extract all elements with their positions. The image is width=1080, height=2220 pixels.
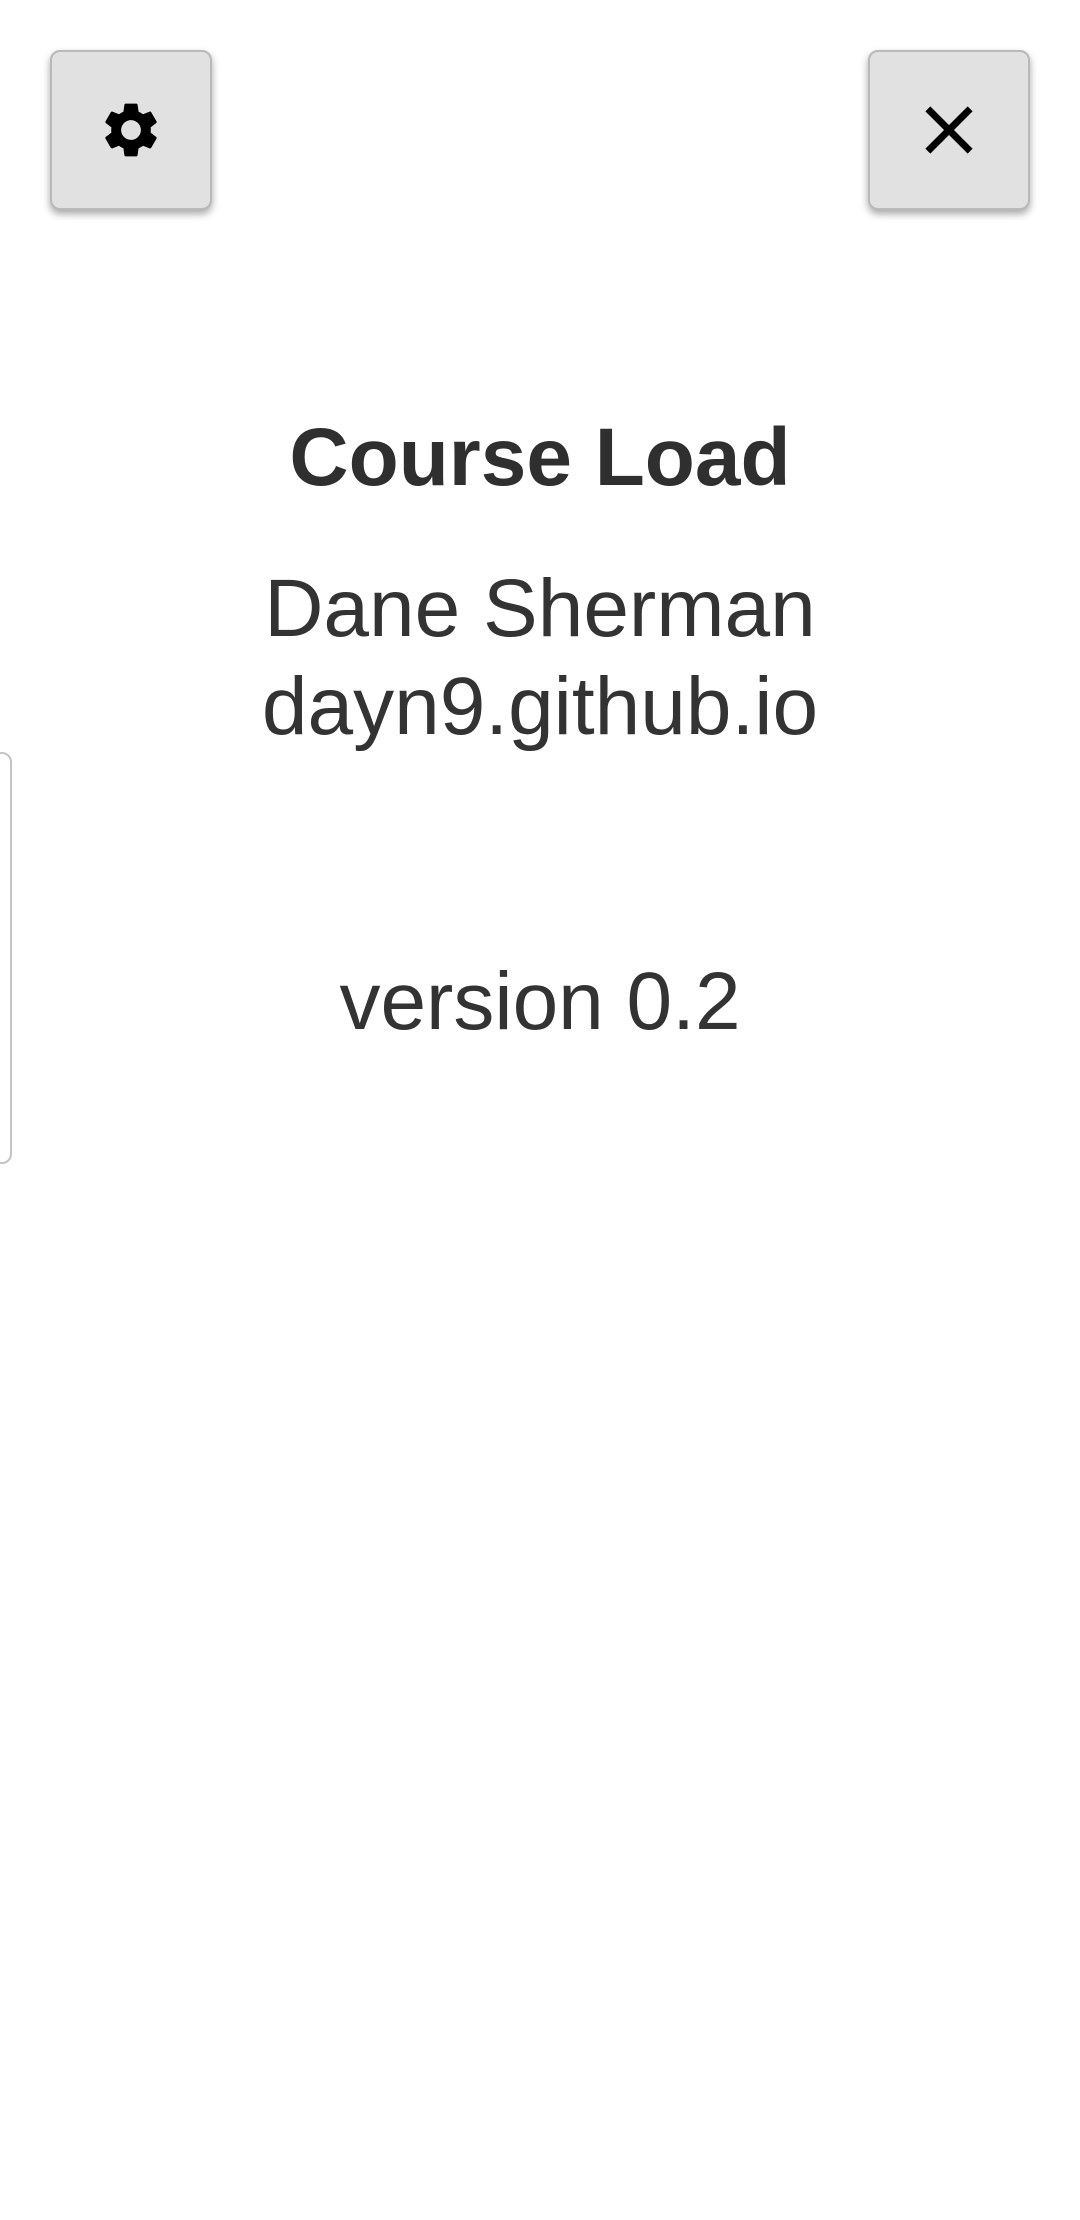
close-button[interactable] bbox=[868, 50, 1030, 210]
version-label: version 0.2 bbox=[339, 956, 741, 1047]
gear-icon bbox=[98, 97, 164, 163]
settings-button[interactable] bbox=[50, 50, 212, 210]
author-name: Dane Sherman bbox=[264, 563, 816, 654]
website-link[interactable]: dayn9.github.io bbox=[0, 658, 1080, 756]
app-title: Course Load bbox=[289, 412, 791, 503]
close-icon bbox=[921, 102, 977, 158]
